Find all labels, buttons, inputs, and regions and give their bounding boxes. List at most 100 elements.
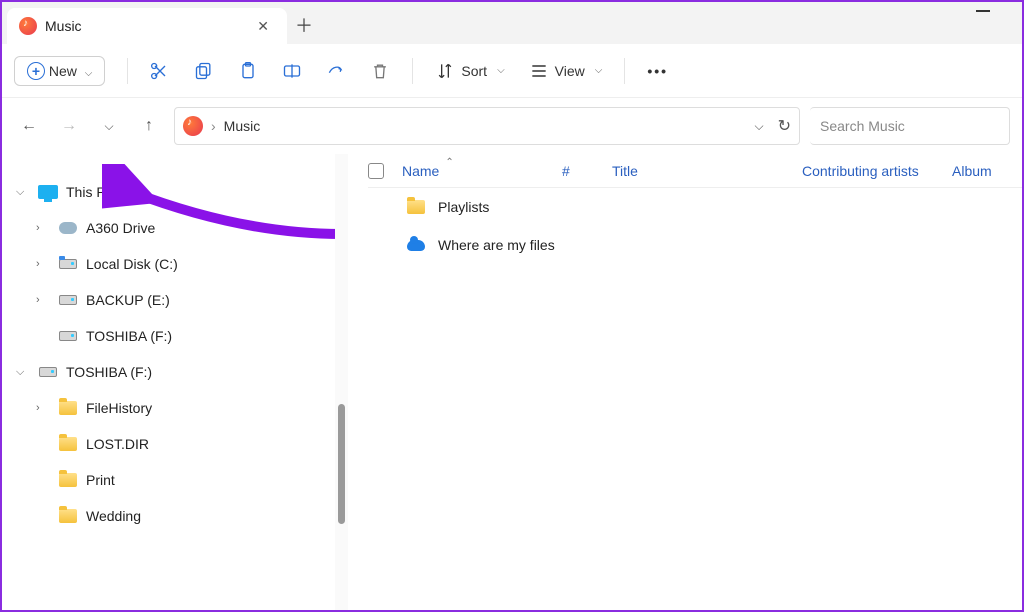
chevron-down-icon[interactable]: ⌵ [754, 119, 763, 134]
tree-lostdir[interactable]: LOST.DIR [10, 426, 327, 462]
col-title[interactable]: Title [612, 163, 802, 179]
chevron-right-icon[interactable]: › [36, 222, 50, 234]
view-label: View [555, 63, 585, 79]
chevron-right-icon: › [211, 118, 216, 134]
view-icon [529, 61, 549, 81]
col-contributing[interactable]: Contributing artists [802, 163, 952, 179]
copy-icon [194, 61, 214, 81]
rename-icon [282, 61, 302, 81]
folder-icon [59, 509, 77, 523]
tree-backup-e[interactable]: › BACKUP (E:) [10, 282, 327, 318]
chevron-right-icon[interactable]: › [36, 294, 50, 306]
sort-asc-icon: ⌃ [445, 157, 453, 173]
tab-strip: Music ✕ ＋ [2, 2, 1022, 44]
col-album[interactable]: Album [952, 163, 1022, 179]
window-minimize-button[interactable] [976, 10, 990, 12]
breadcrumb[interactable]: Music [224, 118, 261, 134]
recent-button[interactable]: ⌵ [94, 119, 124, 134]
sort-button[interactable]: Sort ⌵ [425, 55, 514, 87]
onedrive-icon [407, 240, 425, 251]
tree-label: FileHistory [86, 400, 152, 416]
new-tab-button[interactable]: ＋ [287, 12, 321, 44]
tree-label: This PC [66, 184, 116, 200]
scissors-icon [150, 61, 170, 81]
clipboard-icon [238, 61, 258, 81]
chevron-right-icon[interactable]: › [36, 402, 50, 414]
select-all-checkbox[interactable] [368, 163, 384, 179]
sort-icon [435, 61, 455, 81]
rename-button[interactable] [272, 55, 312, 87]
search-placeholder: Search Music [820, 118, 905, 134]
chevron-down-icon[interactable]: ⌵ [16, 366, 30, 379]
search-input[interactable]: Search Music [810, 107, 1010, 145]
tree-label: TOSHIBA (F:) [66, 364, 152, 380]
forward-button[interactable]: → [54, 117, 84, 135]
tree-a360[interactable]: › A360 Drive [10, 210, 327, 246]
tab-title: Music [45, 18, 243, 34]
tab-music[interactable]: Music ✕ [7, 8, 287, 44]
drive-icon [39, 367, 57, 377]
new-button[interactable]: + New ⌵ [14, 56, 105, 86]
tree-wedding[interactable]: Wedding [10, 498, 327, 534]
drive-icon [59, 259, 77, 269]
address-bar[interactable]: › Music ⌵ ↻ [174, 107, 800, 145]
toolbar: + New ⌵ Sort ⌵ View ⌵ ••• [2, 44, 1022, 98]
folder-icon [59, 473, 77, 487]
more-button[interactable]: ••• [637, 57, 678, 85]
folder-icon [407, 200, 425, 214]
tree-label: Wedding [86, 508, 141, 524]
scrollbar-thumb[interactable] [338, 404, 345, 524]
nav-tree: ⌵ This PC › A360 Drive › Local Disk (C:)… [2, 154, 335, 610]
chevron-down-icon[interactable]: ⌵ [16, 186, 30, 199]
tree-local-c[interactable]: › Local Disk (C:) [10, 246, 327, 282]
divider [127, 58, 128, 84]
up-button[interactable]: ↑ [134, 117, 164, 135]
delete-button[interactable] [360, 55, 400, 87]
back-button[interactable]: ← [14, 117, 44, 135]
tree-toshiba-f-1[interactable]: TOSHIBA (F:) [10, 318, 327, 354]
tree-filehistory[interactable]: › FileHistory [10, 390, 327, 426]
paste-button[interactable] [228, 55, 268, 87]
refresh-button[interactable]: ↻ [778, 116, 791, 136]
nav-row: ← → ⌵ ↑ › Music ⌵ ↻ Search Music [2, 98, 1022, 154]
share-button[interactable] [316, 55, 356, 87]
trash-icon [370, 61, 390, 81]
drive-icon [59, 295, 77, 305]
folder-icon [59, 437, 77, 451]
pc-icon [38, 185, 58, 199]
file-name: Where are my files [438, 237, 555, 253]
chevron-down-icon: ⌵ [497, 65, 505, 76]
divider [412, 58, 413, 84]
music-icon [183, 116, 203, 136]
chevron-down-icon: ⌵ [85, 68, 93, 79]
view-button[interactable]: View ⌵ [519, 55, 613, 87]
new-label: New [49, 63, 77, 79]
close-icon[interactable]: ✕ [251, 14, 275, 39]
sidebar-scrollbar[interactable] [335, 154, 348, 610]
main-area: ⌵ This PC › A360 Drive › Local Disk (C:)… [2, 154, 1022, 610]
sort-label: Sort [461, 63, 487, 79]
drive-icon [59, 331, 77, 341]
cut-button[interactable] [140, 55, 180, 87]
cloud-icon [59, 222, 77, 234]
chevron-down-icon: ⌵ [595, 65, 603, 76]
tree-label: Print [86, 472, 115, 488]
tree-this-pc[interactable]: ⌵ This PC [10, 174, 327, 210]
tree-label: BACKUP (E:) [86, 292, 170, 308]
tree-print[interactable]: Print [10, 462, 327, 498]
list-item[interactable]: Where are my files [368, 226, 1022, 264]
chevron-right-icon[interactable]: › [36, 258, 50, 270]
folder-icon [59, 401, 77, 415]
copy-button[interactable] [184, 55, 224, 87]
list-item[interactable]: Playlists [368, 188, 1022, 226]
share-icon [326, 61, 346, 81]
col-number[interactable]: # [562, 163, 612, 179]
tree-label: TOSHIBA (F:) [86, 328, 172, 344]
tree-toshiba-f-2[interactable]: ⌵ TOSHIBA (F:) [10, 354, 327, 390]
column-headers: Name⌃ # Title Contributing artists Album [368, 154, 1022, 188]
file-name: Playlists [438, 199, 489, 215]
music-icon [19, 17, 37, 35]
col-name[interactable]: Name⌃ [402, 163, 562, 179]
divider [624, 58, 625, 84]
plus-icon: + [27, 62, 45, 80]
